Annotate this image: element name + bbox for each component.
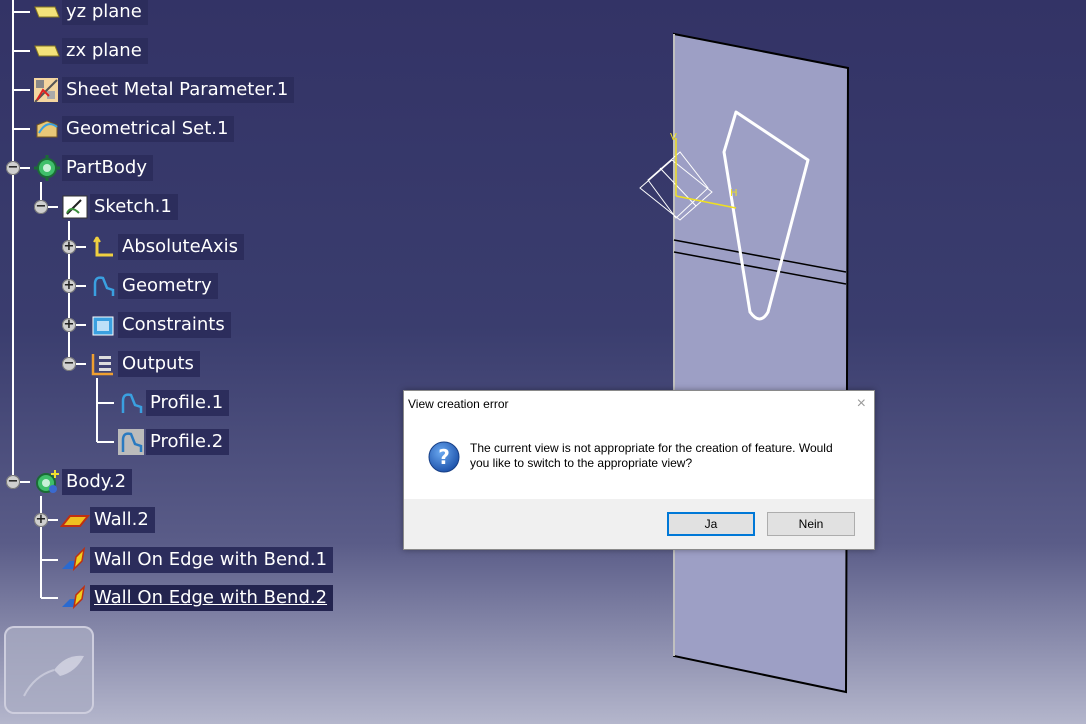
dialog-title-bar[interactable]: View creation error ×: [404, 391, 874, 417]
wall-on-edge-icon: [60, 584, 90, 612]
compass-widget[interactable]: [4, 626, 94, 714]
yes-button[interactable]: Ja: [667, 512, 755, 536]
geometry-icon: [88, 272, 118, 300]
tree-item-wall-on-edge-2[interactable]: Wall On Edge with Bend.2: [60, 584, 334, 612]
axis-icon: [88, 233, 118, 261]
dialog-close-button[interactable]: ×: [857, 395, 866, 413]
partbody-gear-icon: [32, 154, 62, 182]
toggle-outputs[interactable]: −: [62, 357, 76, 371]
tree-item-label: zx plane: [62, 38, 148, 64]
tree-item-label-selected: Wall On Edge with Bend.2: [90, 585, 334, 611]
geometrical-set-icon: [32, 115, 62, 143]
body-gear-icon: [32, 468, 62, 496]
tree-item-geometry[interactable]: Geometry: [88, 272, 218, 300]
toggle-wall2[interactable]: +: [34, 513, 48, 527]
tree-item-geometrical-set[interactable]: Geometrical Set.1: [32, 115, 235, 143]
svg-text:?: ?: [438, 445, 450, 469]
dialog-title: View creation error: [408, 397, 509, 411]
tree-item-label: Geometry: [118, 273, 218, 299]
tree-item-label: Wall.2: [90, 507, 155, 533]
tree-item-label: AbsoluteAxis: [118, 234, 245, 260]
tree-item-label: Profile.1: [146, 390, 230, 416]
tree-item-sketch[interactable]: Sketch.1: [60, 193, 178, 221]
constraints-icon: [88, 311, 118, 339]
view-creation-error-dialog: View creation error × ? The current view…: [403, 390, 875, 550]
tree-item-sheet-metal-parameter[interactable]: Sheet Metal Parameter.1: [32, 76, 295, 104]
dialog-message: The current view is not appropriate for …: [470, 441, 833, 470]
tree-item-zx-plane[interactable]: zx plane: [32, 37, 148, 65]
tree-item-yz-plane[interactable]: yz plane: [32, 0, 148, 26]
tree-item-label: Profile.2: [146, 429, 230, 455]
profile-icon: [116, 389, 146, 417]
tree-item-profile-2[interactable]: Profile.2: [116, 428, 230, 456]
tree-item-label: Sketch.1: [90, 194, 178, 220]
axis-label-h: H: [730, 188, 738, 199]
axis-label-v: V: [670, 132, 677, 143]
tree-item-label: Outputs: [118, 351, 200, 377]
tree-item-label: Body.2: [62, 469, 133, 495]
tree-item-label: Sheet Metal Parameter.1: [62, 77, 295, 103]
sheet-metal-parameter-icon: [32, 76, 62, 104]
tree-item-wall-2[interactable]: Wall.2: [60, 506, 155, 534]
dialog-content: ? The current view is not appropriate fo…: [404, 417, 874, 499]
specification-tree: − − + + + − − + yz plane zx plane Sheet …: [0, 0, 400, 620]
tree-item-label: Geometrical Set.1: [62, 116, 235, 142]
toggle-constraints[interactable]: +: [62, 318, 76, 332]
tree-item-label: Constraints: [118, 312, 231, 338]
tree-item-constraints[interactable]: Constraints: [88, 311, 231, 339]
plane-icon: [32, 37, 62, 65]
no-button[interactable]: Nein: [767, 512, 855, 536]
plane-icon: [32, 0, 62, 26]
toggle-sketch[interactable]: −: [34, 200, 48, 214]
wall-icon: [60, 506, 90, 534]
profile-hatched-icon: [116, 428, 146, 456]
tree-item-partbody[interactable]: PartBody: [32, 154, 153, 182]
sketch-icon: [60, 193, 90, 221]
tree-item-label: PartBody: [62, 155, 153, 181]
tree-item-label: Wall On Edge with Bend.1: [90, 547, 334, 573]
sheet-metal-panel: [673, 32, 850, 694]
toggle-geometry[interactable]: +: [62, 279, 76, 293]
tree-item-label: yz plane: [62, 0, 148, 25]
leaf-watermark-icon: [23, 655, 84, 697]
tree-item-profile-1[interactable]: Profile.1: [116, 389, 230, 417]
question-icon: ?: [428, 441, 460, 473]
tree-item-outputs[interactable]: Outputs: [88, 350, 200, 378]
toggle-partbody[interactable]: −: [6, 161, 20, 175]
wall-on-edge-icon: [60, 546, 90, 574]
tree-item-absoluteaxis[interactable]: AbsoluteAxis: [88, 233, 245, 261]
tree-item-body-2[interactable]: Body.2: [32, 468, 133, 496]
3d-viewport[interactable]: V H: [600, 20, 880, 700]
toggle-absoluteaxis[interactable]: +: [62, 240, 76, 254]
toggle-body2[interactable]: −: [6, 475, 20, 489]
tree-item-wall-on-edge-1[interactable]: Wall On Edge with Bend.1: [60, 546, 334, 574]
dialog-footer: Ja Nein: [404, 499, 874, 549]
outputs-icon: [88, 350, 118, 378]
